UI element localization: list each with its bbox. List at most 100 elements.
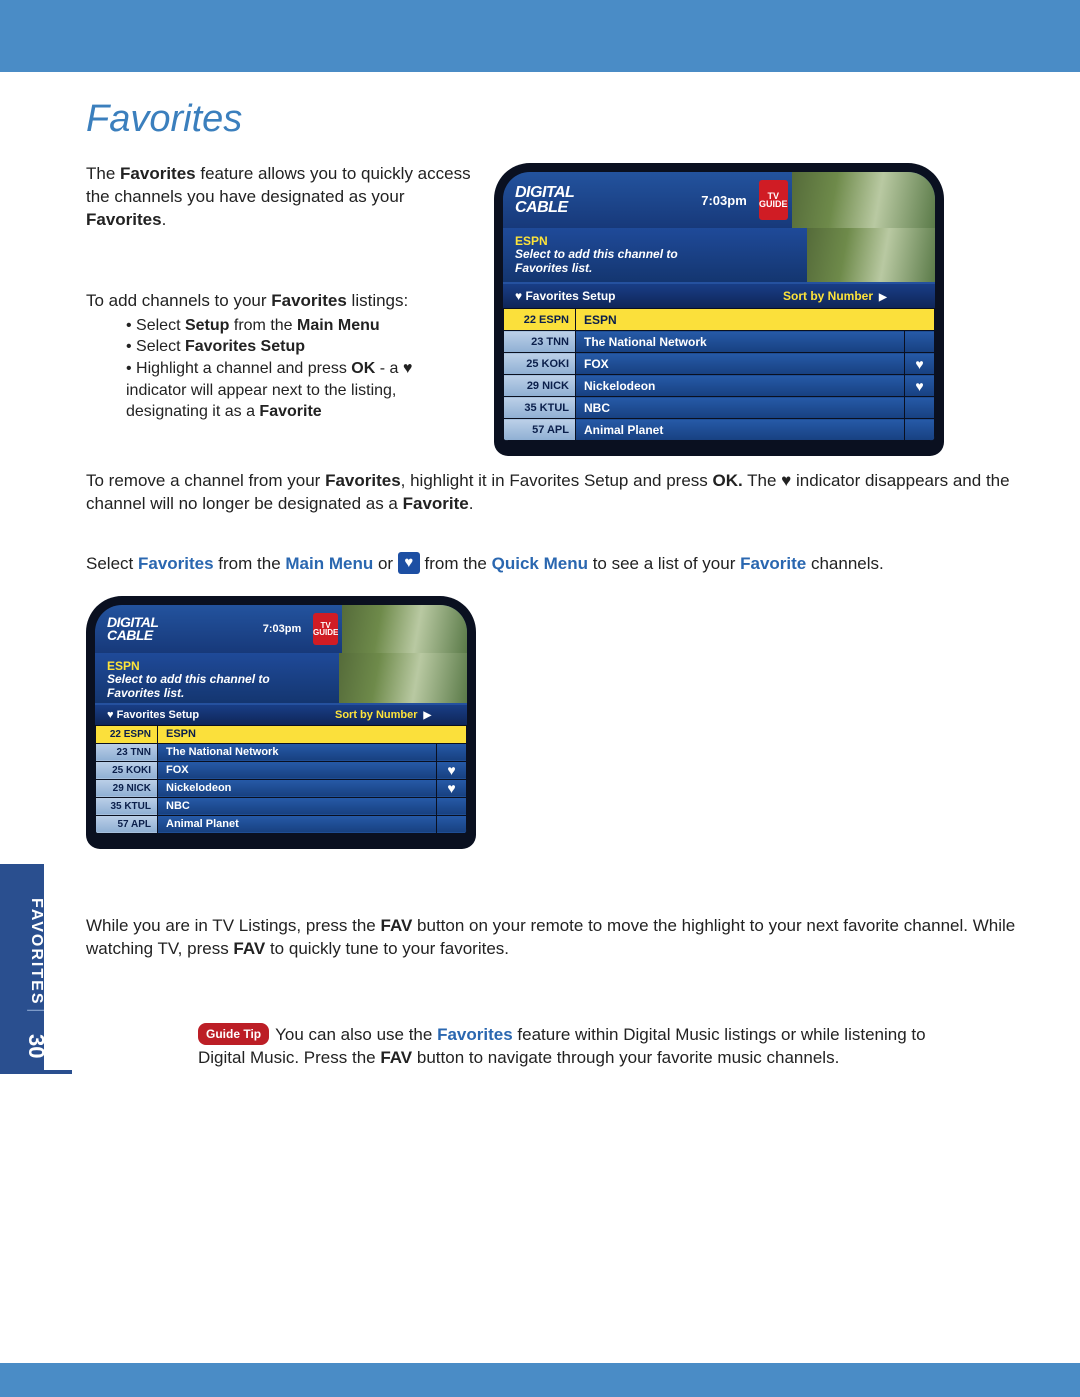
manual-page: FAVORITES │ 30 Favorites The Favorites f…: [0, 0, 1080, 1397]
channel-row[interactable]: 22 ESPNESPN: [504, 309, 935, 331]
favorite-indicator: ♥: [437, 761, 467, 779]
favorite-indicator: ♥: [905, 353, 935, 375]
fav-button-para: While you are in TV Listings, press the …: [86, 915, 1016, 961]
side-tab-separator: │: [27, 1006, 45, 1018]
heart-icon: ♥: [447, 762, 455, 778]
heart-icon: ♥: [403, 360, 413, 377]
channel-row[interactable]: 22 ESPNESPN: [96, 725, 467, 743]
channel-table: 22 ESPNESPN23 TNNThe National Network25 …: [95, 725, 467, 834]
content-area: Favorites The Favorites feature allows y…: [44, 72, 1044, 1070]
channel-table: 22 ESPNESPN23 TNNThe National Network25 …: [503, 308, 935, 441]
add-bullets: Select Setup from the Main Menu Select F…: [126, 315, 476, 423]
heart-icon: ♥: [447, 780, 455, 796]
channel-row[interactable]: 25 KOKIFOX ♥: [96, 761, 467, 779]
favorite-indicator: [905, 397, 935, 419]
screenshot-large: DIGITALCABLE 7:03pm TVGUIDE ESPN Select …: [494, 163, 944, 456]
preview-image: [342, 605, 467, 653]
channel-number: 22 ESPN: [96, 725, 158, 743]
channel-number: 25 KOKI: [504, 353, 576, 375]
channel-number: 23 TNN: [504, 331, 576, 353]
sub-sort[interactable]: Sort by Number▶: [325, 709, 467, 721]
channel-number: 29 NICK: [504, 375, 576, 397]
add-instructions: To add channels to your Favorites listin…: [86, 290, 476, 423]
preview-image: [792, 172, 935, 228]
channel-number: 23 TNN: [96, 743, 158, 761]
channel-name: Animal Planet: [576, 419, 905, 441]
sub-header: ♥ Favorites Setup Sort by Number▶: [503, 282, 935, 308]
bottom-band: [0, 1363, 1080, 1397]
favorite-indicator: [905, 419, 935, 441]
channel-tbody-small: 22 ESPNESPN23 TNNThe National Network25 …: [96, 725, 467, 833]
info-desc2: Favorites list.: [515, 262, 803, 276]
favorite-indicator: [437, 743, 467, 761]
chevron-right-icon: ▶: [879, 292, 887, 303]
quick-menu-heart-icon: [398, 552, 420, 574]
channel-name: ESPN: [576, 309, 935, 331]
channel-name: FOX: [576, 353, 905, 375]
channel-tbody-large: 22 ESPNESPN23 TNNThe National Network25 …: [504, 309, 935, 441]
sub-left: ♥ Favorites Setup: [95, 709, 325, 721]
screenshot-small: DIGITALCABLE 7:03pm TVGUIDE ESPN Select …: [86, 596, 476, 849]
favorite-indicator: [905, 331, 935, 353]
channel-number: 57 APL: [96, 815, 158, 833]
clock: 7:03pm: [693, 172, 755, 228]
guide-header: DIGITALCABLE 7:03pm TVGUIDE: [95, 605, 467, 653]
remove-para: To remove a channel from your Favorites,…: [86, 470, 1016, 516]
channel-number: 57 APL: [504, 419, 576, 441]
sub-header: ♥ Favorites Setup Sort by Number▶: [95, 703, 467, 725]
info-desc1: Select to add this channel to: [515, 248, 803, 262]
clock: 7:03pm: [255, 605, 309, 653]
bullet-1: Select Setup from the Main Menu: [126, 315, 476, 337]
chevron-right-icon: ▶: [424, 710, 432, 721]
select-favorites-para: Select Favorites from the Main Menu or f…: [86, 552, 1016, 576]
intro-text-column: The Favorites feature allows you to quic…: [86, 163, 476, 456]
preview-image-lower: [807, 228, 935, 282]
info-desc2: Favorites list.: [107, 687, 335, 701]
heart-icon: ♥: [781, 471, 791, 490]
channel-name: Animal Planet: [158, 815, 437, 833]
channel-row[interactable]: 35 KTULNBC: [96, 797, 467, 815]
digital-cable-logo: DIGITALCABLE: [503, 172, 693, 228]
channel-row[interactable]: 57 APLAnimal Planet: [96, 815, 467, 833]
channel-number: 22 ESPN: [504, 309, 576, 331]
info-band: ESPN Select to add this channel to Favor…: [503, 228, 935, 282]
tv-frame: DIGITALCABLE 7:03pm TVGUIDE ESPN Select …: [86, 596, 476, 849]
digital-cable-logo: DIGITALCABLE: [95, 605, 255, 653]
top-band: [0, 0, 1080, 72]
channel-name: ESPN: [158, 725, 467, 743]
channel-row[interactable]: 29 NICKNickelodeon♥: [504, 375, 935, 397]
guide-tip-block: Guide TipYou can also use the Favorites …: [198, 1023, 958, 1070]
intro-para: The Favorites feature allows you to quic…: [86, 163, 476, 232]
preview-image-lower: [339, 653, 467, 703]
channel-row[interactable]: 57 APLAnimal Planet: [504, 419, 935, 441]
channel-row[interactable]: 35 KTULNBC: [504, 397, 935, 419]
channel-number: 35 KTUL: [504, 397, 576, 419]
info-channel: ESPN: [107, 659, 335, 673]
channel-number: 29 NICK: [96, 779, 158, 797]
guide-tip-badge: Guide Tip: [198, 1023, 269, 1045]
channel-name: FOX: [158, 761, 437, 779]
channel-number: 25 KOKI: [96, 761, 158, 779]
favorite-indicator: ♥: [905, 375, 935, 397]
bullet-3: Highlight a channel and press OK - a ♥ i…: [126, 358, 476, 423]
channel-name: NBC: [158, 797, 437, 815]
channel-row[interactable]: 29 NICKNickelodeon♥: [96, 779, 467, 797]
tv-guide-logo: TVGUIDE: [759, 180, 788, 220]
favorite-indicator: [437, 815, 467, 833]
favorite-indicator: ♥: [437, 779, 467, 797]
channel-name: NBC: [576, 397, 905, 419]
channel-name: The National Network: [158, 743, 437, 761]
channel-row[interactable]: 25 KOKIFOX♥: [504, 353, 935, 375]
heart-icon: ♥: [915, 378, 923, 394]
info-desc1: Select to add this channel to: [107, 673, 335, 687]
channel-row[interactable]: 23 TNNThe National Network: [504, 331, 935, 353]
channel-row[interactable]: 23 TNNThe National Network: [96, 743, 467, 761]
side-tab-label: FAVORITES: [27, 898, 45, 1006]
row-intro: The Favorites feature allows you to quic…: [86, 163, 1016, 456]
info-channel: ESPN: [515, 234, 803, 248]
guide-header: DIGITALCABLE 7:03pm TVGUIDE: [503, 172, 935, 228]
tv-guide-logo: TVGUIDE: [313, 613, 338, 645]
sub-left: ♥ Favorites Setup: [503, 289, 773, 303]
sub-sort[interactable]: Sort by Number▶: [773, 289, 935, 303]
tv-frame: DIGITALCABLE 7:03pm TVGUIDE ESPN Select …: [494, 163, 944, 456]
